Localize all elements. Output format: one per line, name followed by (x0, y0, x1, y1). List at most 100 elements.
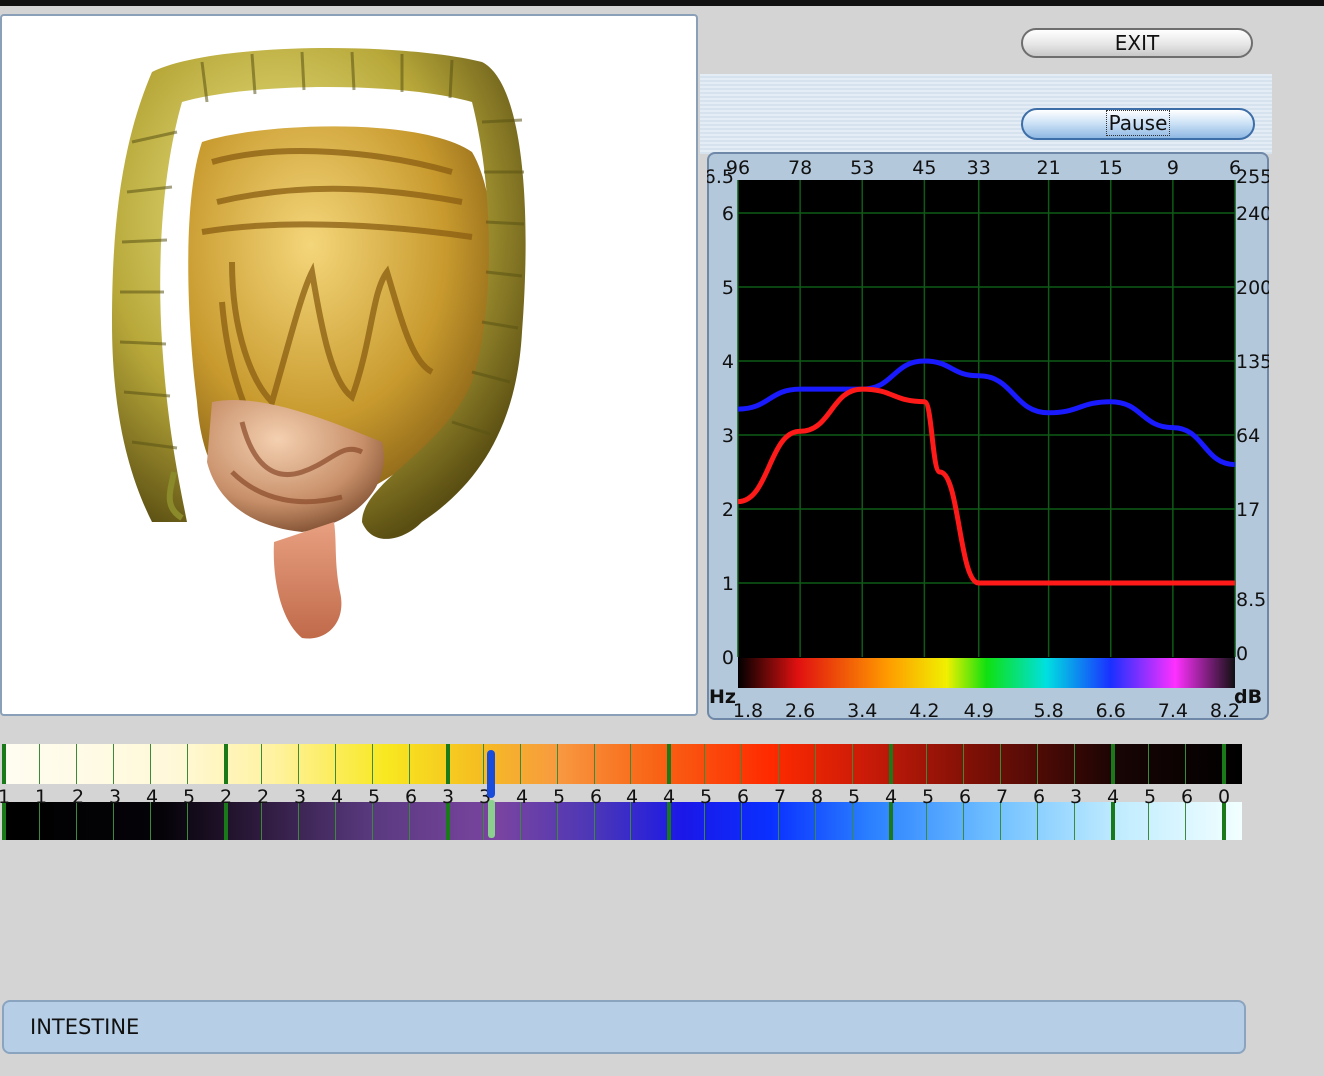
top-axis-tick: 33 (967, 157, 991, 179)
left-axis-tick: 4 (722, 351, 734, 373)
strip-number: 4 (331, 786, 344, 808)
strip-number: 1 (0, 786, 11, 808)
left-axis-tick: 6.5 (707, 166, 734, 188)
strip-number: 5 (700, 786, 713, 808)
bottom-axis-tick: 4.2 (909, 700, 939, 720)
strip-tick (667, 744, 671, 784)
strip-tick (889, 744, 893, 784)
left-axis-tick: 3 (722, 425, 734, 447)
strip-tick (187, 744, 188, 784)
strip-tick (520, 744, 521, 784)
strip-number: 3 (442, 786, 455, 808)
strip-tick (483, 744, 484, 784)
exit-button[interactable]: EXIT (1021, 28, 1253, 58)
strip-tick (1037, 744, 1038, 784)
strip-number: 6 (1181, 786, 1194, 808)
bottom-axis-tick: 5.8 (1034, 700, 1064, 720)
strip-number: 4 (663, 786, 676, 808)
strip-tick (1148, 744, 1149, 784)
left-axis-tick: 2 (722, 499, 734, 521)
top-axis-tick: 53 (850, 157, 874, 179)
strip-tick (1000, 744, 1001, 784)
frequency-color-band (738, 658, 1235, 688)
strip-number: 5 (922, 786, 935, 808)
top-border (0, 0, 1324, 6)
strip-number: 6 (590, 786, 603, 808)
strip-tick (963, 744, 964, 784)
right-axis-tick: 135 (1236, 351, 1269, 373)
strip-number: 5 (848, 786, 861, 808)
strip-tick (926, 744, 927, 784)
strip-number: 7 (774, 786, 787, 808)
organ-image-panel (0, 14, 698, 716)
strip-tick (409, 744, 410, 784)
top-axis-tick: 78 (788, 157, 812, 179)
strip-tick (298, 744, 299, 784)
top-axis-tick: 21 (1037, 157, 1061, 179)
strip-number: 6 (959, 786, 972, 808)
strip-number: 2 (220, 786, 233, 808)
strip-tick (815, 744, 816, 784)
bottom-axis-tick: 2.6 (785, 700, 815, 720)
strip-number: 6 (1033, 786, 1046, 808)
strip-number: 4 (626, 786, 639, 808)
strip-number: 1 (35, 786, 48, 808)
strip-number: 4 (885, 786, 898, 808)
strip-number: 3 (294, 786, 307, 808)
strip-number: 5 (1144, 786, 1157, 808)
right-axis-tick: 0 (1236, 643, 1248, 665)
strip-tick (372, 744, 373, 784)
bottom-axis-tick: 7.4 (1158, 700, 1188, 720)
strip-tick (2, 744, 6, 784)
top-axis-tick: 45 (912, 157, 936, 179)
pause-button[interactable]: Pause (1021, 108, 1255, 140)
strip-number: 6 (405, 786, 418, 808)
strip-number: 3 (109, 786, 122, 808)
strip-tick (704, 744, 705, 784)
spectrum-cursor-top[interactable] (487, 750, 495, 798)
strip-tick (741, 744, 742, 784)
strip-number: 8 (811, 786, 824, 808)
right-axis-tick: 200 (1236, 277, 1269, 299)
left-axis-tick: 6 (722, 203, 734, 225)
strip-tick (224, 744, 228, 784)
right-axis-tick: 240 (1236, 203, 1269, 225)
strip-tick (335, 744, 336, 784)
strip-tick (446, 744, 450, 784)
right-axis-tick: 255 (1236, 166, 1269, 188)
strip-number: 7 (996, 786, 1009, 808)
strip-tick (1111, 744, 1115, 784)
strip-number: 5 (368, 786, 381, 808)
strip-number: 4 (146, 786, 159, 808)
strip-number: 0 (1218, 786, 1231, 808)
strip-number: 5 (553, 786, 566, 808)
left-axis-tick: 1 (722, 573, 734, 595)
bottom-axis-tick: 6.6 (1096, 700, 1126, 720)
bottom-axis-tick: 1.8 (733, 700, 763, 720)
strip-number: 2 (72, 786, 85, 808)
strip-tick (778, 744, 779, 784)
top-axis-tick: 9 (1167, 157, 1179, 179)
db-unit-label: dB (1234, 686, 1262, 708)
spectrum-cursor-bottom[interactable] (488, 800, 495, 838)
strip-tick (261, 744, 262, 784)
strip-tick (557, 744, 558, 784)
right-axis-tick: 8.5 (1236, 589, 1266, 611)
strip-number: 4 (516, 786, 529, 808)
strip-tick (113, 744, 114, 784)
pause-button-label: Pause (1105, 110, 1171, 136)
strip-tick (630, 744, 631, 784)
right-axis-tick: 17 (1236, 499, 1260, 521)
strip-tick (150, 744, 151, 784)
frequency-chart: 96 78 53 45 33 21 15 9 61.8 2.6 3.4 4.2 4.9 5.8 6.6 7.4… (707, 157, 1269, 720)
organ-name-status: INTESTINE (2, 1000, 1246, 1054)
top-axis-tick: 15 (1099, 157, 1123, 179)
strip-tick (39, 744, 40, 784)
plot-area (738, 180, 1235, 688)
left-axis-tick: 5 (722, 277, 734, 299)
left-axis-tick: 0 (722, 647, 734, 669)
bottom-axis-tick: 4.9 (964, 700, 994, 720)
bottom-axis-tick: 3.4 (847, 700, 877, 720)
strip-tick (852, 744, 853, 784)
strip-tick (594, 744, 595, 784)
